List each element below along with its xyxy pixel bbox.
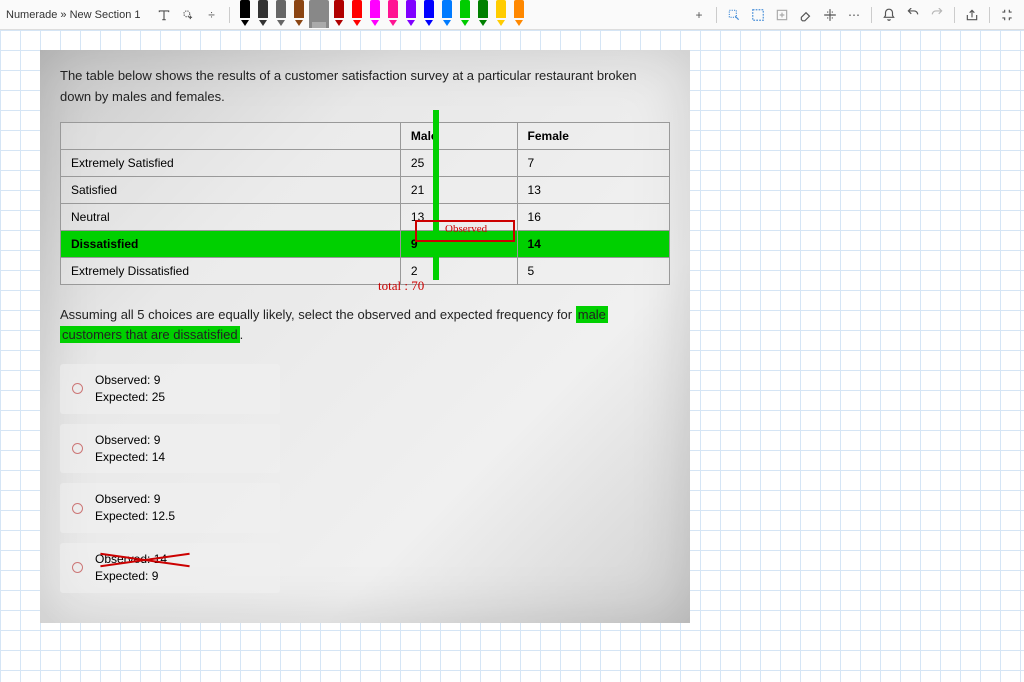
pen-darkred[interactable] [330, 0, 348, 28]
table-header-row: Male Female [61, 122, 670, 149]
radio-icon [72, 503, 83, 514]
pen-darkgreen[interactable] [474, 0, 492, 28]
highlight-dissatisfied: customers that are dissatisfied [60, 326, 240, 343]
separator [989, 7, 990, 23]
bell-icon[interactable] [878, 4, 900, 26]
option-d[interactable]: Observed: 14Expected: 9 [60, 543, 280, 593]
pen-lightblue[interactable] [438, 0, 456, 28]
pen-brown[interactable] [290, 0, 308, 28]
collapse-icon[interactable] [996, 4, 1018, 26]
divide-icon[interactable]: ÷ [201, 4, 223, 26]
table-row: Extremely Satisfied257 [61, 149, 670, 176]
add-shape-icon[interactable] [177, 4, 199, 26]
separator [871, 7, 872, 23]
pen-blue[interactable] [420, 0, 438, 28]
table-row: Neutral1316 [61, 203, 670, 230]
answer-options: Observed: 9Expected: 25 Observed: 9Expec… [60, 364, 670, 592]
text-cursor-icon[interactable] [153, 4, 175, 26]
option-b[interactable]: Observed: 9Expected: 14 [60, 424, 280, 474]
top-toolbar: Numerade » New Section 1 ÷ + ⋯ [0, 0, 1024, 30]
pen-yellow[interactable] [492, 0, 510, 28]
data-table: Male Female Extremely Satisfied257 Satis… [60, 122, 670, 285]
option-a[interactable]: Observed: 9Expected: 25 [60, 364, 280, 414]
problem-intro: The table below shows the results of a c… [60, 66, 670, 108]
breadcrumb[interactable]: Numerade » New Section 1 [6, 9, 141, 21]
radio-icon [72, 383, 83, 394]
highlight-male: male [576, 306, 608, 323]
lasso-icon[interactable] [723, 4, 745, 26]
redo-icon[interactable] [926, 4, 948, 26]
pen-dark-grey[interactable] [254, 0, 272, 28]
undo-icon[interactable] [902, 4, 924, 26]
cross-out-annotation [100, 549, 190, 569]
select-icon[interactable] [747, 4, 769, 26]
pen-magenta[interactable] [366, 0, 384, 28]
plus-icon[interactable]: + [688, 4, 710, 26]
pen-orange[interactable] [510, 0, 528, 28]
pen-grey[interactable] [272, 0, 290, 28]
problem-card: The table below shows the results of a c… [40, 50, 690, 623]
separator [229, 7, 230, 23]
pen-red[interactable] [348, 0, 366, 28]
vertical-green-line [433, 110, 439, 280]
option-c[interactable]: Observed: 9Expected: 12.5 [60, 483, 280, 533]
table-header-blank [61, 122, 401, 149]
canvas[interactable]: The table below shows the results of a c… [0, 30, 1024, 682]
separator [954, 7, 955, 23]
ruler-icon[interactable] [819, 4, 841, 26]
table-row-highlighted: Dissatisfied914 [61, 230, 670, 257]
pen-pink[interactable] [384, 0, 402, 28]
pen-palette [236, 0, 528, 30]
pen-purple[interactable] [402, 0, 420, 28]
question-text: Assuming all 5 choices are equally likel… [60, 305, 670, 347]
table-row: Extremely Dissatisfied25 [61, 257, 670, 284]
separator [716, 7, 717, 23]
annotation-observed: Observed [445, 223, 487, 235]
annotation-total: total : 70 [378, 278, 424, 294]
table-row: Satisfied2113 [61, 176, 670, 203]
radio-icon [72, 443, 83, 454]
radio-icon [72, 562, 83, 573]
insert-icon[interactable] [771, 4, 793, 26]
more-icon[interactable]: ⋯ [843, 4, 865, 26]
table-header-male: Male [400, 122, 517, 149]
pen-black[interactable] [236, 0, 254, 28]
eraser-icon[interactable] [795, 4, 817, 26]
pen-green[interactable] [456, 0, 474, 28]
highlighter-tool[interactable] [309, 0, 329, 28]
table-header-female: Female [517, 122, 669, 149]
share-icon[interactable] [961, 4, 983, 26]
